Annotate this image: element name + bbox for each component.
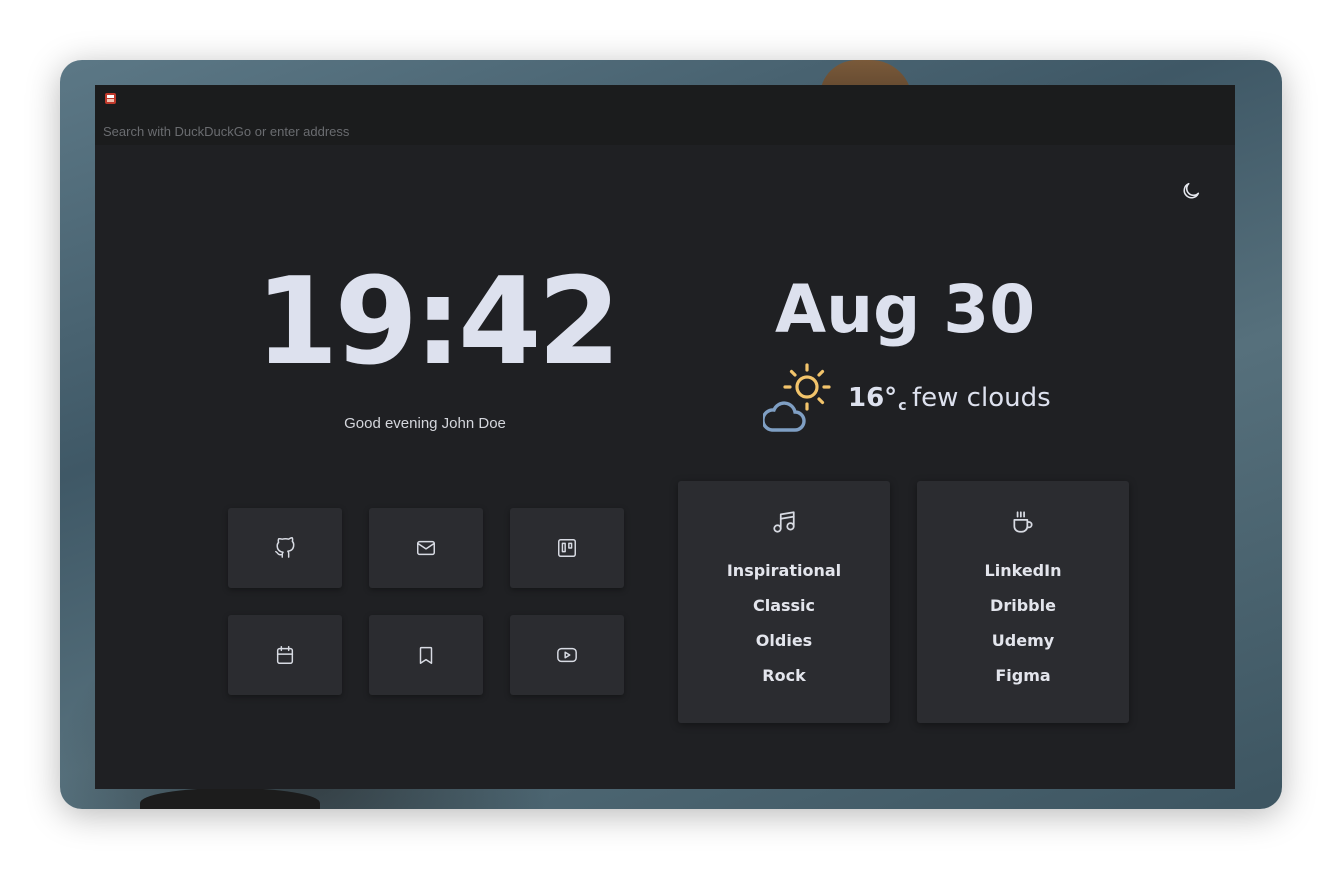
work-link-udemy[interactable]: Udemy xyxy=(917,629,1129,664)
new-tab-page: 19:42 Good evening John Doe Aug 30 16°c … xyxy=(95,85,1235,789)
coffee-cup-icon xyxy=(1013,511,1033,533)
trello-icon xyxy=(558,539,576,557)
music-link-classic[interactable]: Classic xyxy=(678,594,890,629)
bookmark-shortcut-button[interactable] xyxy=(369,615,483,695)
tab-favicon-icon[interactable] xyxy=(105,93,116,104)
moon-icon[interactable] xyxy=(1180,180,1202,202)
music-link-rock[interactable]: Rock xyxy=(678,664,890,699)
mail-icon xyxy=(417,540,435,556)
weather-description: few clouds xyxy=(912,383,1051,413)
music-link-oldies[interactable]: Oldies xyxy=(678,629,890,664)
music-note-icon xyxy=(773,511,795,533)
youtube-shortcut-button[interactable] xyxy=(510,615,624,695)
github-icon xyxy=(275,537,295,558)
temperature-unit: c xyxy=(898,398,907,414)
date-label: Aug 30 xyxy=(775,271,1036,348)
bookmark-icon xyxy=(419,646,433,664)
desktop-window: 19:42 Good evening John Doe Aug 30 16°c … xyxy=(60,60,1282,809)
wallpaper-shore xyxy=(140,788,320,809)
work-links-list: LinkedIn Dribble Udemy Figma xyxy=(917,559,1129,699)
sun-cloud-icon xyxy=(763,363,831,432)
music-links-list: Inspirational Classic Oldies Rock xyxy=(678,559,890,699)
work-links-card: LinkedIn Dribble Udemy Figma xyxy=(917,481,1129,723)
github-shortcut-button[interactable] xyxy=(228,508,342,588)
browser-toolbar xyxy=(95,85,1235,145)
clock-time: 19:42 xyxy=(255,253,621,392)
address-bar-input[interactable] xyxy=(101,121,805,141)
mail-shortcut-button[interactable] xyxy=(369,508,483,588)
trello-shortcut-button[interactable] xyxy=(510,508,624,588)
temperature-number: 16° xyxy=(848,383,898,413)
work-link-linkedin[interactable]: LinkedIn xyxy=(917,559,1129,594)
greeting-text: Good evening John Doe xyxy=(344,415,506,432)
youtube-icon xyxy=(557,647,577,663)
temperature-value: 16°c xyxy=(848,383,907,414)
calendar-shortcut-button[interactable] xyxy=(228,615,342,695)
music-link-inspirational[interactable]: Inspirational xyxy=(678,559,890,594)
calendar-icon xyxy=(276,646,294,664)
work-link-dribble[interactable]: Dribble xyxy=(917,594,1129,629)
music-links-card: Inspirational Classic Oldies Rock xyxy=(678,481,890,723)
work-link-figma[interactable]: Figma xyxy=(917,664,1129,699)
